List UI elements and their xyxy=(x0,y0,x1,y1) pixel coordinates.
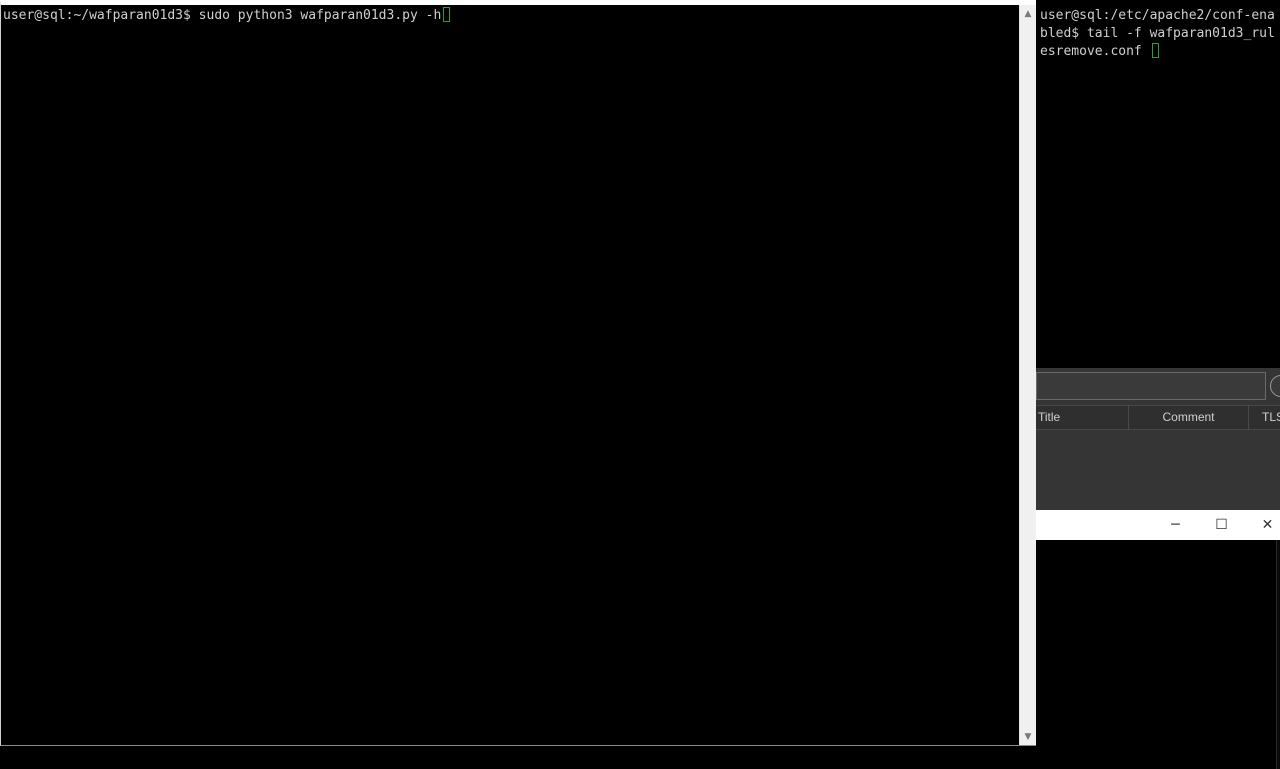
scroll-down-arrow-icon[interactable]: ▼ xyxy=(1020,728,1036,745)
column-header-tls[interactable]: TLS xyxy=(1249,406,1280,429)
terminal-cursor xyxy=(1151,43,1159,58)
maximize-button[interactable]: ☐ xyxy=(1199,510,1244,540)
shell-prompt: user@sql:~/wafparan01d3$ xyxy=(3,8,199,23)
terminal-line: user@sql:/etc/apache2/conf-ena xyxy=(1040,8,1275,23)
table-header: Title Comment TLS xyxy=(1036,405,1280,430)
terminal-cursor xyxy=(443,7,451,22)
scrollbar-track[interactable] xyxy=(1020,22,1036,728)
terminal-output[interactable]: user@sql:~/wafparan01d3$ sudo python3 wa… xyxy=(1,5,1019,745)
search-input[interactable] xyxy=(1036,372,1266,400)
close-button[interactable]: ✕ xyxy=(1245,510,1280,540)
minimize-icon: ─ xyxy=(1171,517,1180,533)
column-header-comment[interactable]: Comment xyxy=(1129,406,1249,429)
window-edge xyxy=(1276,540,1280,769)
column-header-title[interactable]: Title xyxy=(1036,406,1129,429)
search-options-icon[interactable] xyxy=(1270,375,1280,397)
background-window-titlebar[interactable]: ─ ☐ ✕ xyxy=(1036,510,1280,540)
apache-tail-terminal[interactable]: user@sql:/etc/apache2/conf-ena bled$ tai… xyxy=(1036,0,1280,368)
terminal-line: bled$ tail -f wafparan01d3_rul xyxy=(1040,26,1275,41)
scroll-up-arrow-icon[interactable]: ▲ xyxy=(1020,5,1036,22)
close-icon: ✕ xyxy=(1261,517,1274,533)
minimize-button[interactable]: ─ xyxy=(1153,510,1198,540)
maximize-icon: ☐ xyxy=(1215,517,1228,533)
main-terminal-window[interactable]: user@sql:~/wafparan01d3$ sudo python3 wa… xyxy=(0,0,1036,746)
background-app-window[interactable]: Title Comment TLS xyxy=(1036,368,1280,510)
background-window-body xyxy=(1036,540,1280,769)
shell-command: sudo python3 wafparan01d3.py -h xyxy=(198,8,442,23)
terminal-line: esremove.conf xyxy=(1040,44,1150,59)
vertical-scrollbar[interactable]: ▲ ▼ xyxy=(1019,5,1036,745)
